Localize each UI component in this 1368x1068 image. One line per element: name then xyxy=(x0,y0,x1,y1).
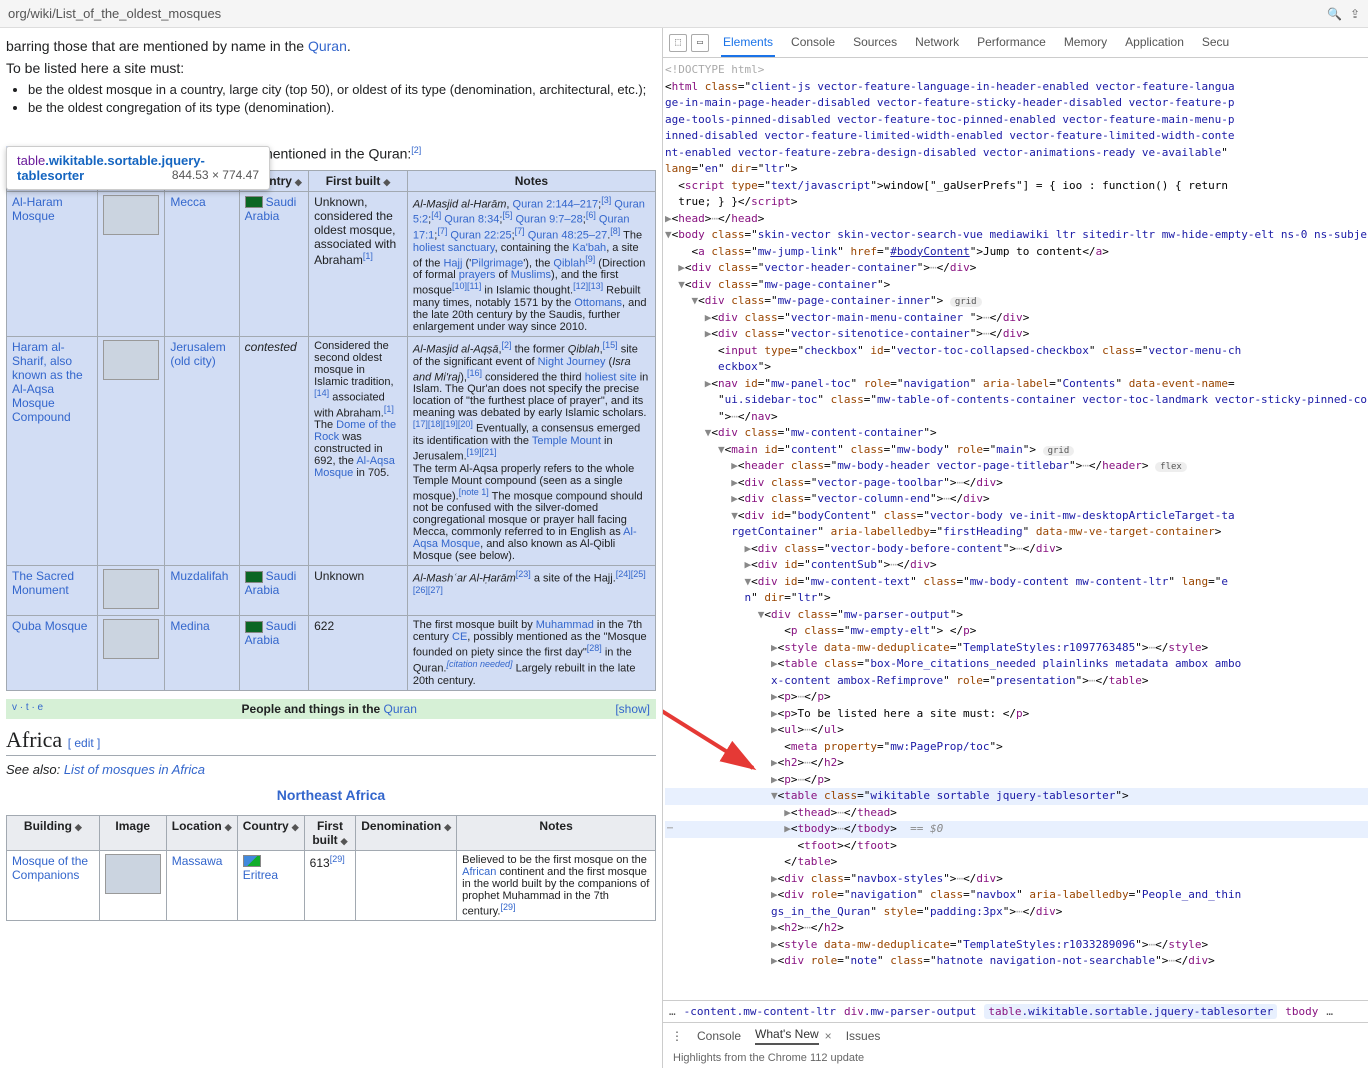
inspect-element-icon[interactable]: ⬚ xyxy=(669,34,687,52)
flag-icon xyxy=(245,571,263,583)
flag-icon xyxy=(245,196,263,208)
device-toolbar-icon[interactable]: ▭ xyxy=(691,34,709,52)
show-toggle[interactable]: [show] xyxy=(615,702,650,716)
table-row: Haram al-Sharif, also known as the Al-Aq… xyxy=(7,336,656,565)
col-first-built[interactable]: First built◆ xyxy=(309,170,408,191)
vte-links[interactable]: v · t · e xyxy=(12,702,43,716)
africa-table[interactable]: Building◆ Image Location◆ Country◆ First… xyxy=(6,815,656,922)
col-notes: Notes xyxy=(407,170,655,191)
thumbnail[interactable] xyxy=(103,195,159,235)
table-row: Al-Haram Mosque Mecca Saudi Arabia Unkno… xyxy=(7,191,656,336)
search-icon[interactable]: 🔍 xyxy=(1327,7,1342,21)
drawer-tab-whatsnew[interactable]: What's New xyxy=(755,1027,819,1045)
url-path: org/wiki/List_of_the_oldest_mosques xyxy=(8,6,221,21)
table-row: The Sacred Monument Muzdalifah Saudi Ara… xyxy=(7,566,656,616)
whatsnew-heading: Highlights from the Chrome 112 update xyxy=(663,1048,1368,1068)
tab-memory[interactable]: Memory xyxy=(1062,29,1109,57)
selected-dom-node[interactable]: ▼<table class="wikitable sortable jquery… xyxy=(665,788,1368,805)
flag-icon xyxy=(243,855,261,867)
edit-link[interactable]: [ edit ] xyxy=(68,736,101,750)
thumbnail[interactable] xyxy=(103,569,159,609)
tab-elements[interactable]: Elements xyxy=(721,29,775,57)
criteria-lead: To be listed here a site must: xyxy=(6,60,656,76)
criteria-list: be the oldest mosque in a country, large… xyxy=(28,82,656,115)
section-heading-africa: Africa xyxy=(6,727,62,752)
tab-application[interactable]: Application xyxy=(1123,29,1186,57)
drawer-menu-icon[interactable]: ⋮ xyxy=(671,1029,683,1043)
quran-link[interactable]: Quran xyxy=(308,38,347,54)
list-item: be the oldest congregation of its type (… xyxy=(28,100,656,115)
tab-sources[interactable]: Sources xyxy=(851,29,899,57)
list-item: be the oldest mosque in a country, large… xyxy=(28,82,656,97)
oldest-mosques-table[interactable]: Building◆ Image Location◆ Country◆ First… xyxy=(6,170,656,691)
flag-icon xyxy=(245,621,263,633)
devtools-panel: ⬚ ▭ Elements Console Sources Network Per… xyxy=(662,28,1368,1068)
element-inspector-tooltip: table.wikitable.sortable.jquery-tablesor… xyxy=(6,146,270,190)
thumbnail[interactable] xyxy=(105,854,161,894)
page-content: barring those that are mentioned by name… xyxy=(0,28,662,1068)
dom-tree[interactable]: <!DOCTYPE html> <html class="client-js v… xyxy=(663,58,1368,1000)
breadcrumb[interactable]: … -content.mw-content-ltr div.mw-parser-… xyxy=(663,1000,1368,1022)
tab-performance[interactable]: Performance xyxy=(975,29,1048,57)
drawer-tab-issues[interactable]: Issues xyxy=(846,1029,881,1043)
navbox-footer: v · t · e People and things in the Quran… xyxy=(6,699,656,719)
table-row: Mosque of the Companions Massawa Eritrea… xyxy=(7,850,656,921)
drawer-tab-console[interactable]: Console xyxy=(697,1029,741,1043)
table-row: Quba Mosque Medina Saudi Arabia 622 The … xyxy=(7,616,656,690)
share-icon[interactable]: ⇪ xyxy=(1350,7,1360,21)
thumbnail[interactable] xyxy=(103,619,159,659)
close-icon[interactable]: × xyxy=(825,1029,832,1043)
tab-console[interactable]: Console xyxy=(789,29,837,57)
thumbnail[interactable] xyxy=(103,340,159,380)
subregion-heading[interactable]: Northeast Africa xyxy=(277,787,385,803)
tab-network[interactable]: Network xyxy=(913,29,961,57)
tab-security[interactable]: Secu xyxy=(1200,29,1231,57)
